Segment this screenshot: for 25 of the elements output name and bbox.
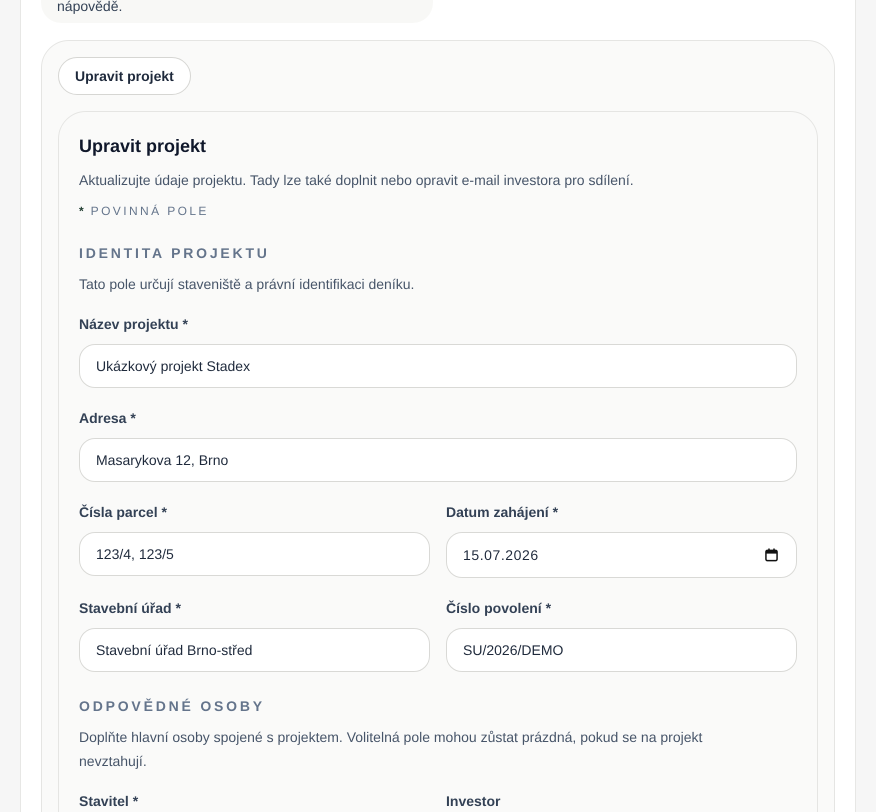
text-field[interactable]: Ukázkový projekt Stadex [79,344,797,388]
form-description: Aktualizujte údaje projektu. Tady lze také doplnit nebo opravit e-mail investora pro sdílení. [79,171,635,190]
section-heading: ODPOVĚDNÉ OSOBY [79,697,266,716]
date-field[interactable]: 15.07.2026 [446,532,797,578]
field-label: Investor [446,792,502,811]
field-label: Adresa * [79,409,137,428]
section-description: Doplňte hlavní osoby spojené s projektem. Volitelná pole mohou zůstat prázdná, pokud se na projekt nevztahují. [79,728,704,771]
text-field[interactable]: 123/4, 123/5 [79,532,430,576]
field-label: Stavitel * [79,792,140,811]
field-label: Datum zahájení * [446,503,560,522]
section-description: Tato pole určují staveniště a právní identifikaci deníku. [79,275,416,294]
section-heading: IDENTITA PROJEKTU [79,244,271,263]
required-note: POVINNÁ POLE [90,203,209,219]
text-field[interactable]: Stavební úřad Brno-střed [79,628,430,672]
field-label: Čísla parcel * [79,503,168,522]
text-field[interactable]: SU/2026/DEMO [446,628,797,672]
help-text: nápovědě. [57,0,124,16]
field-label: Název projektu * [79,315,189,334]
calendar-icon[interactable] [765,548,778,562]
form-title: Upravit projekt [79,135,208,158]
field-label: Číslo povolení * [446,599,552,618]
field-label: Stavební úřad * [79,599,182,618]
required-marker: * [79,203,84,219]
text-field[interactable]: Masarykova 12, Brno [79,438,797,482]
edit-project-button[interactable]: Upravit projekt [58,57,191,95]
